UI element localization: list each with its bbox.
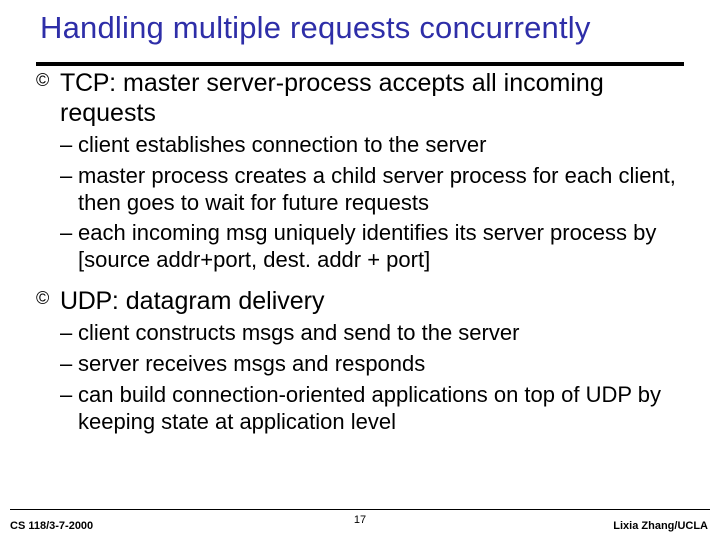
bullet-udp: © UDP: datagram delivery (36, 286, 696, 316)
dash-icon: – (60, 382, 72, 409)
slide-body: © TCP: master server-process accepts all… (36, 68, 696, 437)
bullet-tcp: © TCP: master server-process accepts all… (36, 68, 696, 128)
tcp-sub-1: – client establishes connection to the s… (36, 132, 696, 159)
udp-lead: UDP (60, 287, 112, 315)
tcp-lead: TCP (60, 69, 109, 97)
tcp-sub-2-text: master process creates a child server pr… (78, 163, 676, 215)
tcp-sub-2: – master process creates a child server … (36, 163, 696, 217)
udp-sub-2-text: server receives msgs and responds (78, 351, 425, 376)
tcp-sub-3: – each incoming msg uniquely identifies … (36, 220, 696, 274)
udp-sub-1: – client constructs msgs and send to the… (36, 320, 696, 347)
dash-icon: – (60, 132, 72, 159)
footer-right: Lixia Zhang/UCLA (613, 520, 708, 532)
dash-icon: – (60, 163, 72, 190)
udp-sub-3: – can build connection-oriented applicat… (36, 382, 696, 436)
tcp-sub-3-text: each incoming msg uniquely identifies it… (78, 220, 656, 272)
udp-rest: : datagram delivery (112, 287, 325, 315)
slide: Handling multiple requests concurrently … (0, 0, 720, 540)
tcp-sub-1-text: client establishes connection to the ser… (78, 132, 486, 157)
udp-sub-2: – server receives msgs and responds (36, 351, 696, 378)
dash-icon: – (60, 320, 72, 347)
dash-icon: – (60, 220, 72, 247)
udp-sub-3-text: can build connection-oriented applicatio… (78, 382, 661, 434)
tcp-rest: : master server-process accepts all inco… (60, 69, 604, 127)
title-underline (36, 62, 684, 66)
footer-divider (10, 509, 710, 510)
copyright-bullet-icon: © (36, 70, 49, 92)
slide-title: Handling multiple requests concurrently (40, 10, 700, 46)
slide-number: 17 (0, 514, 720, 526)
dash-icon: – (60, 351, 72, 378)
copyright-bullet-icon: © (36, 288, 49, 310)
udp-sub-1-text: client constructs msgs and send to the s… (78, 320, 519, 345)
